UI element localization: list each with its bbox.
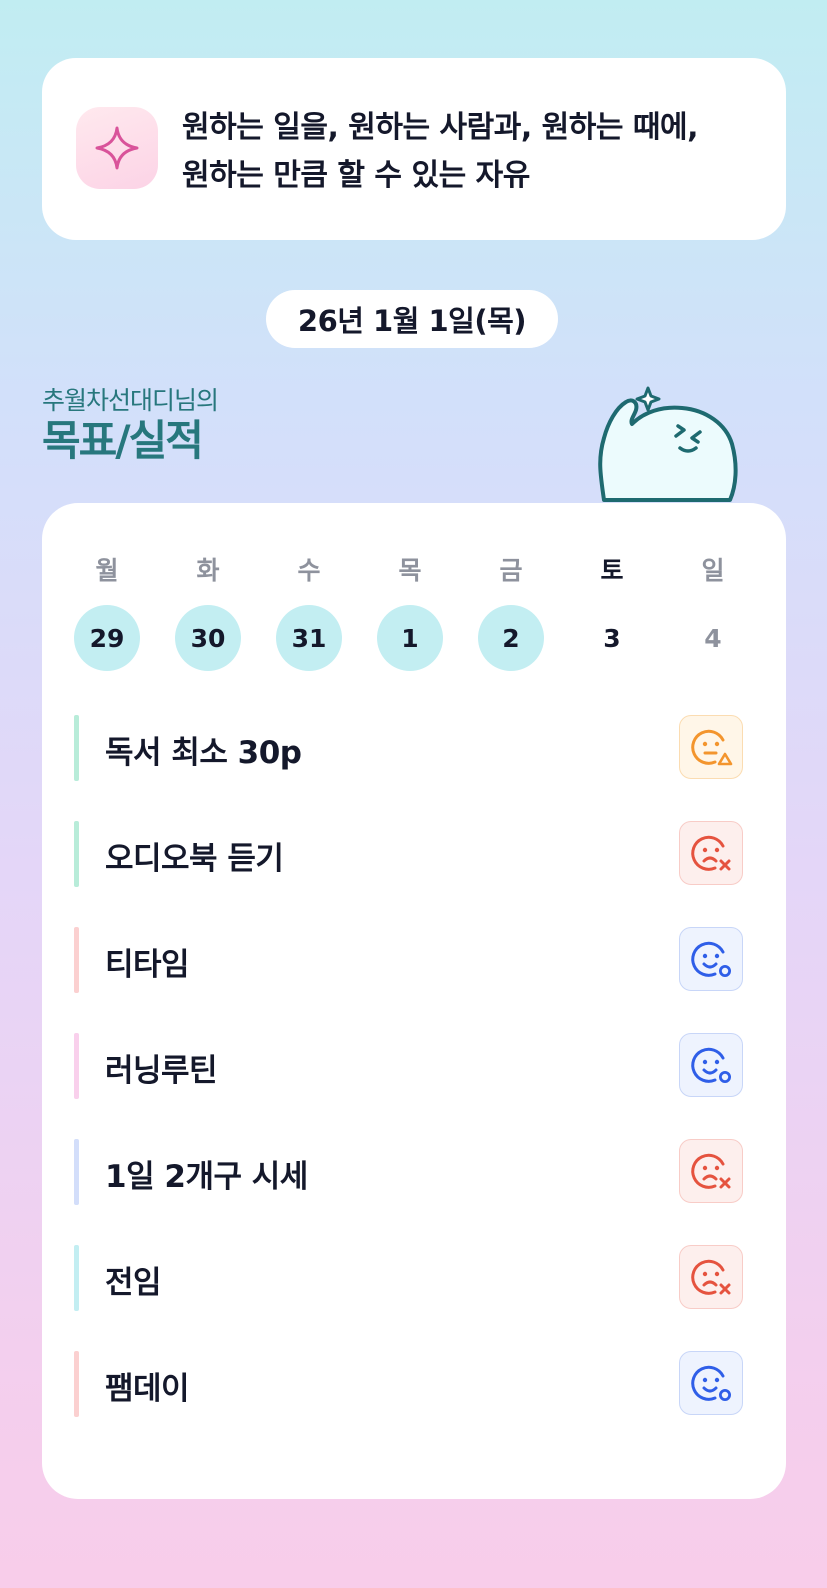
- face-happy-circle-icon: [691, 941, 731, 977]
- face-sad-x-icon: [691, 1153, 731, 1189]
- day-label: 토: [600, 556, 624, 585]
- day-label: 화: [196, 556, 220, 585]
- day-mon[interactable]: 월 29: [74, 551, 140, 671]
- goal-label: 1일 2개구 시세: [105, 1159, 308, 1195]
- face-happy-circle-icon: [691, 1365, 731, 1401]
- day-wed[interactable]: 수 31: [276, 551, 342, 671]
- status-button[interactable]: [679, 1351, 743, 1415]
- day-number[interactable]: 3: [579, 605, 645, 671]
- goal-heading: 추월차선대디님의 목표/실적: [42, 384, 219, 465]
- goal-row-2[interactable]: 오디오북 듣기: [74, 821, 754, 887]
- day-label: 월: [95, 556, 119, 585]
- goal-color-bar: [74, 715, 79, 781]
- week-calendar: 월 29 화 30 수 31 목 1 금 2 토 3 일 4: [74, 551, 784, 681]
- goal-row-1[interactable]: 독서 최소 30p: [74, 715, 754, 781]
- goal-row-5[interactable]: 1일 2개구 시세: [74, 1139, 754, 1205]
- goal-color-bar: [74, 1351, 79, 1417]
- day-label: 목: [398, 556, 422, 585]
- goal-label: 티타임: [105, 947, 190, 983]
- face-sad-x-icon: [691, 835, 731, 871]
- date-selector[interactable]: 26년 1월 1일(목): [266, 290, 558, 348]
- day-label: 금: [499, 556, 523, 585]
- goal-card: 월 29 화 30 수 31 목 1 금 2 토 3 일 4 독서 최소 30p…: [42, 503, 786, 1499]
- status-button[interactable]: [679, 1139, 743, 1203]
- day-number[interactable]: 31: [276, 605, 342, 671]
- status-button[interactable]: [679, 715, 743, 779]
- day-tue[interactable]: 화 30: [175, 551, 241, 671]
- day-sun[interactable]: 일 4: [680, 551, 746, 671]
- goal-label: 러닝루틴: [105, 1053, 218, 1089]
- goal-color-bar: [74, 1033, 79, 1099]
- goal-owner-label: 추월차선대디님의: [42, 386, 219, 415]
- goal-color-bar: [74, 1245, 79, 1311]
- goal-color-bar: [74, 1139, 79, 1205]
- goal-label: 독서 최소 30p: [105, 735, 302, 771]
- day-label: 일: [701, 556, 725, 585]
- day-number[interactable]: 2: [478, 605, 544, 671]
- status-button[interactable]: [679, 821, 743, 885]
- goal-row-7[interactable]: 팸데이: [74, 1351, 754, 1417]
- quote-text: 원하는 일을, 원하는 사람과, 원하는 때에, 원하는 만큼 할 수 있는 자…: [182, 104, 772, 200]
- day-thu[interactable]: 목 1: [377, 551, 443, 671]
- goal-row-3[interactable]: 티타임: [74, 927, 754, 993]
- day-number[interactable]: 1: [377, 605, 443, 671]
- quote-card: 원하는 일을, 원하는 사람과, 원하는 때에, 원하는 만큼 할 수 있는 자…: [42, 58, 786, 240]
- day-fri[interactable]: 금 2: [478, 551, 544, 671]
- status-button[interactable]: [679, 1245, 743, 1309]
- day-label: 수: [297, 556, 321, 585]
- goal-section-title: 목표/실적: [42, 416, 204, 465]
- status-button[interactable]: [679, 1033, 743, 1097]
- goal-label: 팸데이: [105, 1371, 190, 1407]
- face-happy-circle-icon: [691, 1047, 731, 1083]
- day-number[interactable]: 4: [680, 605, 746, 671]
- day-number[interactable]: 30: [175, 605, 241, 671]
- face-sad-x-icon: [691, 1259, 731, 1295]
- goal-label: 전임: [105, 1265, 162, 1301]
- sparkle-icon: [76, 107, 158, 189]
- mascot-thumbs-up-icon: [598, 386, 738, 502]
- goal-row-4[interactable]: 러닝루틴: [74, 1033, 754, 1099]
- goal-color-bar: [74, 821, 79, 887]
- status-button[interactable]: [679, 927, 743, 991]
- face-neutral-triangle-icon: [691, 729, 733, 766]
- quote-line-2: 원하는 만큼 할 수 있는 자유: [182, 158, 530, 193]
- goal-color-bar: [74, 927, 79, 993]
- day-sat[interactable]: 토 3: [579, 551, 645, 671]
- day-number[interactable]: 29: [74, 605, 140, 671]
- quote-line-1: 원하는 일을, 원하는 사람과, 원하는 때에,: [182, 110, 699, 145]
- goal-label: 오디오북 듣기: [105, 841, 284, 877]
- goal-row-6[interactable]: 전임: [74, 1245, 754, 1311]
